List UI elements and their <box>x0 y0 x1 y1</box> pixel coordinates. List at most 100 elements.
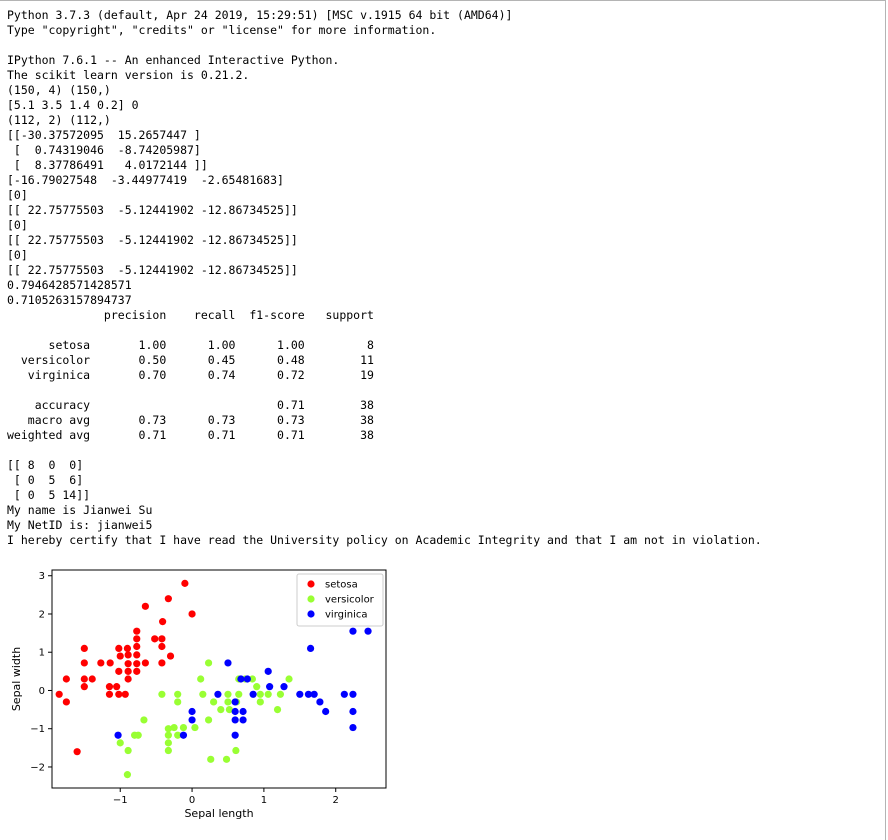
scatter-point-setosa <box>113 683 121 691</box>
console-line: [0] <box>7 248 28 262</box>
scatter-point-setosa <box>116 652 124 660</box>
scatter-point-setosa <box>105 683 114 691</box>
scatter-point-virginica <box>306 644 315 653</box>
scatter-point-setosa <box>188 610 196 618</box>
scatter-point-setosa <box>159 618 167 626</box>
scatter-point-virginica <box>349 627 357 635</box>
scatter-point-setosa <box>62 675 70 683</box>
scatter-point-virginica <box>249 690 257 698</box>
scatter-point-versicolor <box>224 690 232 698</box>
scatter-point-versicolor <box>253 683 261 691</box>
scatter-point-setosa <box>80 683 88 691</box>
scatter-point-versicolor <box>124 746 132 755</box>
scatter-point-versicolor <box>207 755 215 763</box>
scatter-point-versicolor <box>158 690 166 698</box>
console-line: My name is Jianwei Su <box>7 503 153 517</box>
scatter-point-virginica <box>364 627 372 635</box>
x-tick-label: −1 <box>113 795 128 806</box>
console-line: weighted avg 0.71 0.71 0.71 38 <box>7 428 374 442</box>
scatter-point-setosa <box>73 748 81 756</box>
scatter-point-setosa <box>158 659 166 667</box>
scatter-point-setosa <box>124 651 132 659</box>
console-line: [[ 22.75775503 -5.12441902 -12.86734525]… <box>7 263 298 277</box>
scatter-point-setosa <box>115 667 123 675</box>
scatter-point-virginica <box>264 667 272 675</box>
scatter-point-virginica <box>231 698 239 706</box>
scatter-point-setosa <box>133 642 141 651</box>
scatter-point-virginica <box>266 683 274 691</box>
y-tick-label: 1 <box>39 648 45 659</box>
y-tick-label: 2 <box>39 609 45 620</box>
x-tick-label: 0 <box>189 795 195 806</box>
console-line: I hereby certify that I have read the Un… <box>7 533 762 547</box>
scatter-point-versicolor <box>232 746 240 755</box>
scatter-point-versicolor <box>164 739 172 747</box>
console-line: [0] <box>7 188 28 202</box>
console-line: 0.7105263157894737 <box>7 293 132 307</box>
scatter-point-setosa <box>124 660 132 668</box>
scatter-point-setosa <box>106 659 114 667</box>
y-axis-label: Sepal width <box>10 647 23 711</box>
scatter-point-setosa <box>133 635 141 643</box>
scatter-point-setosa <box>115 644 123 653</box>
console-line: precision recall f1-score support <box>7 308 374 322</box>
scatter-point-setosa <box>164 595 172 603</box>
scatter-point-virginica <box>296 690 304 698</box>
scatter-point-versicolor <box>116 739 124 747</box>
scatter-point-virginica <box>231 707 239 716</box>
scatter-point-setosa <box>181 579 189 587</box>
scatter-point-setosa <box>158 642 166 651</box>
console-line: [[ 8 0 0] <box>7 458 84 472</box>
scatter-point-setosa <box>166 652 175 660</box>
console-line: setosa 1.00 1.00 1.00 8 <box>7 338 374 352</box>
resize-grip[interactable] <box>875 830 885 840</box>
y-axis-ticks: −2 −1 0 1 2 3 <box>30 571 52 773</box>
legend-marker-versicolor <box>307 595 315 603</box>
scatter-point-versicolor <box>134 731 142 739</box>
chart-legend: setosa versicolor virginica <box>296 573 384 627</box>
scatter-point-virginica <box>349 723 357 732</box>
scatter-point-versicolor <box>256 698 264 706</box>
scatter-point-virginica <box>280 683 288 691</box>
scatter-point-virginica <box>188 707 196 716</box>
scatter-point-setosa <box>80 659 88 667</box>
scatter-point-versicolor <box>256 690 264 698</box>
scatter-point-virginica <box>239 707 247 716</box>
scatter-point-virginica <box>188 716 196 724</box>
scatter-point-versicolor <box>164 725 172 733</box>
scatter-point-setosa <box>88 675 96 683</box>
scatter-point-setosa <box>121 690 129 698</box>
scatter-point-virginica <box>231 731 239 739</box>
legend-label-setosa: setosa <box>325 580 358 591</box>
console-line: The scikit learn version is 0.21.2. <box>7 68 250 82</box>
console-line: 0.7946428571428571 <box>7 278 132 292</box>
scatter-point-virginica <box>349 707 357 716</box>
scatter-point-virginica <box>214 690 222 698</box>
scatter-point-virginica <box>310 690 318 698</box>
console-output: Python 3.7.3 (default, Apr 24 2019, 15:2… <box>7 8 762 548</box>
scatter-point-versicolor <box>197 675 205 683</box>
y-tick-label: 3 <box>39 571 45 582</box>
console-line: [[ 22.75775503 -5.12441902 -12.86734525]… <box>7 203 298 217</box>
console-line: [ 0.74319046 -8.74205987] <box>7 143 201 157</box>
scatter-point-virginica <box>340 690 348 698</box>
legend-marker-setosa <box>307 580 315 588</box>
scatter-point-setosa <box>105 690 114 698</box>
scatter-point-versicolor <box>276 690 285 698</box>
scatter-point-setosa <box>133 660 141 668</box>
legend-marker-virginica <box>307 610 315 618</box>
ipython-console[interactable]: Python 3.7.3 (default, Apr 24 2019, 15:2… <box>0 0 886 840</box>
scatter-point-setosa <box>124 675 132 683</box>
x-axis-label: Sepal length <box>184 807 253 820</box>
scatter-plot-svg: −1 0 1 2 −2−10123 Sepal length Sepal width … <box>10 569 387 820</box>
scatter-point-virginica <box>243 675 251 683</box>
scatter-point-setosa <box>123 644 132 653</box>
scatter-point-versicolor <box>191 723 199 732</box>
console-line: virginica 0.70 0.74 0.72 19 <box>7 368 374 382</box>
scatter-point-versicolor <box>179 723 188 732</box>
y-tick-label: −1 <box>30 724 45 735</box>
